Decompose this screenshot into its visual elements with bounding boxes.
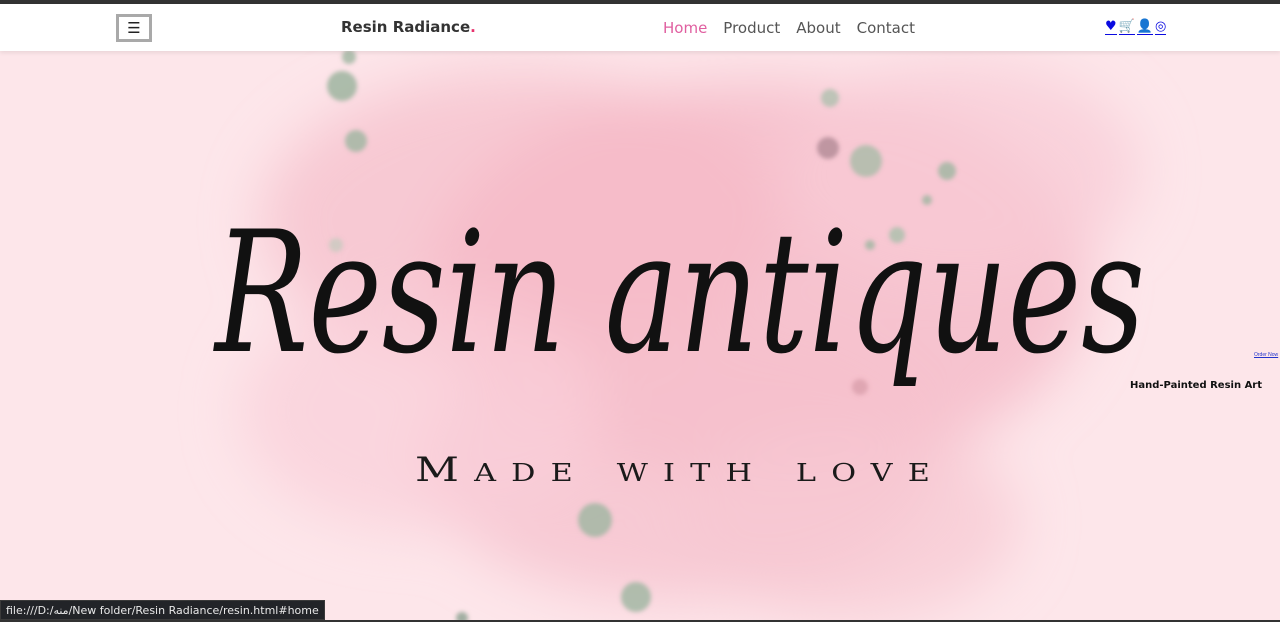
- brand-name: Resin Radiance: [341, 18, 471, 36]
- order-now-link[interactable]: Order Now: [1254, 352, 1278, 358]
- nav-link-home[interactable]: Home: [663, 19, 707, 37]
- browser-status-url: file:///D:/منه/New folder/Resin Radiance…: [0, 600, 325, 620]
- nav-icons: ♥ 🛒 👤 ◎: [1105, 20, 1167, 35]
- nav-link-contact[interactable]: Contact: [857, 19, 915, 37]
- menu-toggle-button[interactable]: ☰: [116, 14, 152, 42]
- heart-icon[interactable]: ♥: [1105, 20, 1117, 35]
- hero-banner: Resin antiques Made with love: [0, 51, 1280, 622]
- hero-title-layer: Resin antiques Made with love: [213, 195, 1145, 490]
- user-icon[interactable]: 👤: [1136, 20, 1154, 35]
- brand-logo[interactable]: Resin Radiance.: [341, 18, 476, 36]
- cart-icon[interactable]: 🛒: [1118, 20, 1135, 35]
- nav-links: Home Product About Contact: [663, 19, 915, 37]
- instagram-icon[interactable]: ◎: [1155, 20, 1167, 35]
- hero-tagline: Hand-Painted Resin Art: [1130, 380, 1263, 391]
- hamburger-icon: ☰: [127, 18, 141, 37]
- brand-dot: .: [470, 18, 476, 36]
- hero-subtitle: Made with love: [415, 450, 945, 490]
- nav-link-product[interactable]: Product: [723, 19, 780, 37]
- nav-link-about[interactable]: About: [796, 19, 840, 37]
- hero-title: Resin antiques: [213, 195, 1145, 391]
- navbar: ☰ Resin Radiance. Home Product About Con…: [0, 4, 1280, 51]
